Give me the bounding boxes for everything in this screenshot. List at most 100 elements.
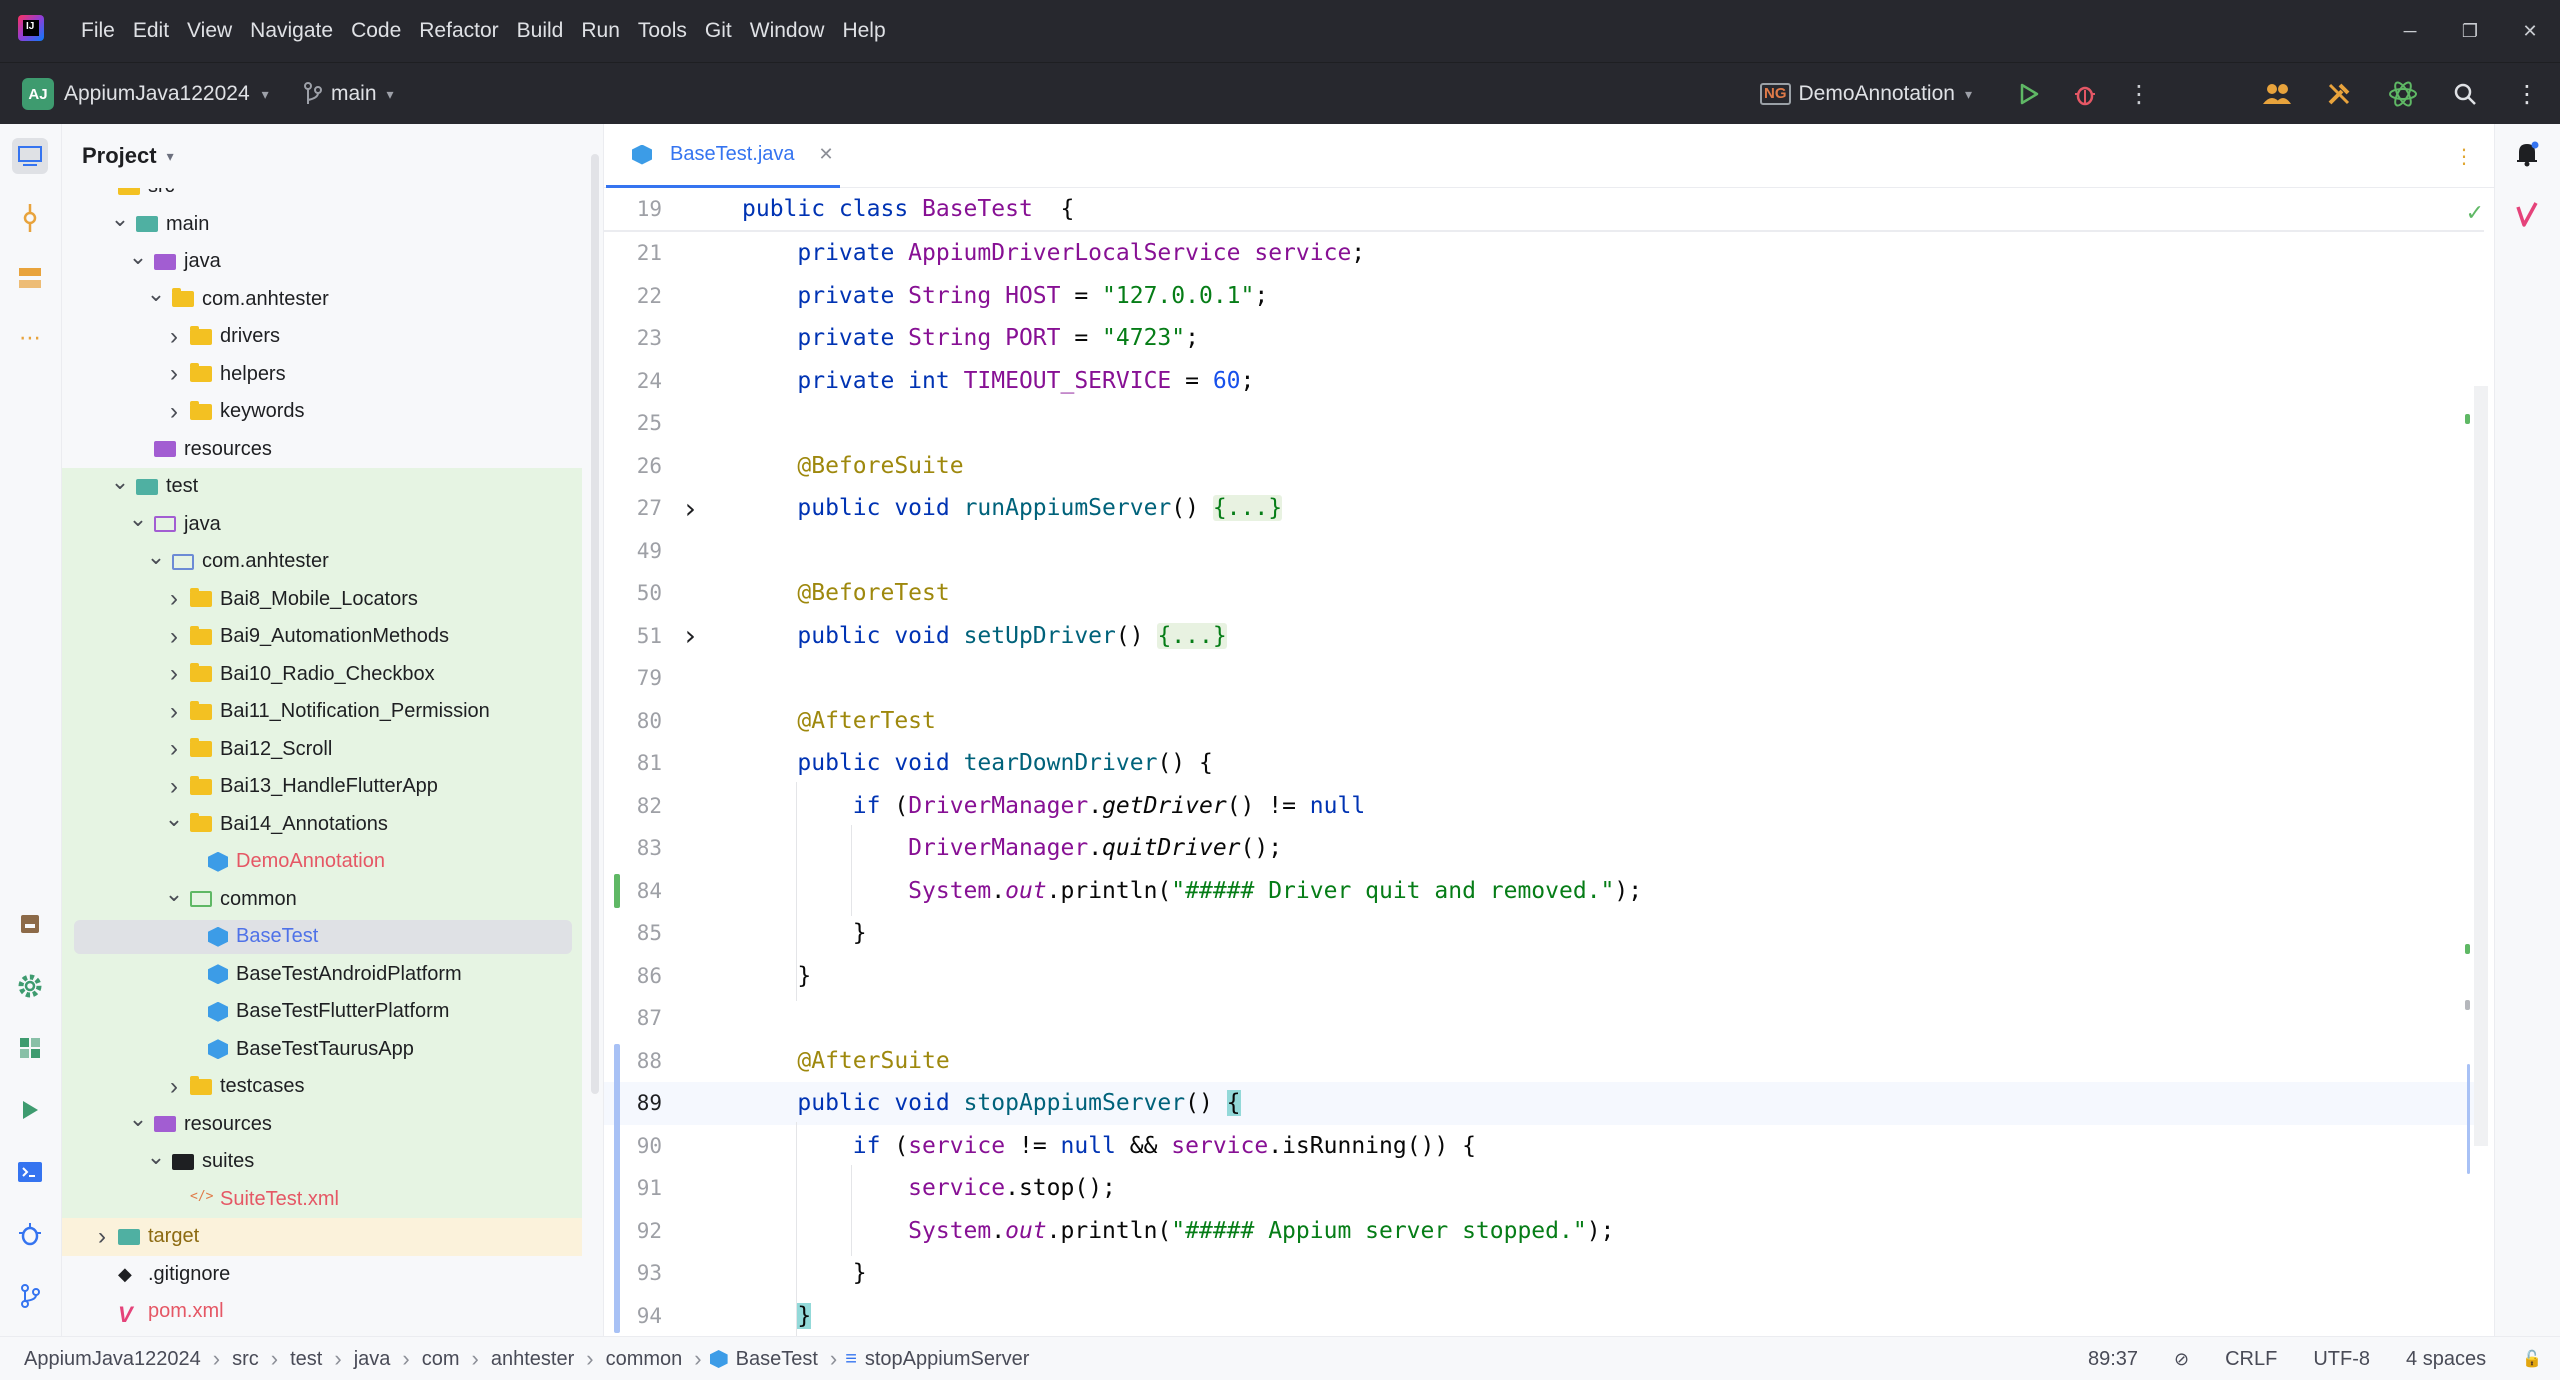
git-tool-icon[interactable] (12, 1278, 48, 1314)
tab-basetest-java[interactable]: BaseTest.java ✕ (606, 124, 840, 188)
code-line[interactable]: 85 } (604, 912, 2484, 955)
tree-item-suitetest-xml[interactable]: </> SuiteTest.xml (62, 1180, 582, 1218)
chevron-right-icon[interactable]: › (164, 398, 184, 426)
tree-item-com-anhtester[interactable]: ⌄ com.anhtester (62, 281, 582, 319)
maven-icon[interactable] (2509, 196, 2545, 232)
code-line[interactable]: 49 (604, 530, 2484, 573)
menu-help[interactable]: Help (833, 0, 894, 62)
no-ai-icon[interactable]: ⊘ (2156, 1349, 2207, 1370)
code-line[interactable]: 91 service.stop(); (604, 1167, 2484, 1210)
breadcrumb-item[interactable]: stopAppiumServer (861, 1348, 1034, 1371)
chevron-down-icon[interactable]: ⌄ (146, 1144, 166, 1170)
scrollbar-marker[interactable] (2465, 414, 2470, 424)
code-line[interactable]: 79 (604, 657, 2484, 700)
debug-icon[interactable] (2070, 79, 2100, 109)
menu-build[interactable]: Build (508, 0, 573, 62)
code-line[interactable]: 21 private AppiumDriverLocalService serv… (604, 232, 2484, 275)
code-area[interactable]: 19 public class BaseTest {21 private Appi… (604, 188, 2494, 1336)
project-tree-scrollbar[interactable] (591, 154, 599, 1094)
folded-code-region[interactable]: {...} (1212, 495, 1283, 522)
code-line[interactable]: 26 @BeforeSuite (604, 445, 2484, 488)
build-tools-icon[interactable] (2324, 79, 2354, 109)
tree-item-demoannotation[interactable]: DemoAnnotation (62, 843, 582, 881)
chevron-down-icon[interactable]: ⌄ (164, 881, 184, 907)
expand-fold-icon[interactable]: › (662, 492, 718, 525)
caret-position[interactable]: 89:37 (2070, 1348, 2156, 1371)
file-encoding[interactable]: UTF-8 (2295, 1348, 2388, 1371)
terminal-icon[interactable] (12, 1154, 48, 1190)
chevron-right-icon[interactable]: › (92, 1223, 112, 1251)
code-line[interactable]: 90 if (service != null && service.isRunn… (604, 1125, 2484, 1168)
minimize-icon[interactable]: ─ (2380, 0, 2440, 62)
menu-file[interactable]: File (72, 0, 124, 62)
menu-git[interactable]: Git (696, 0, 741, 62)
chevron-down-icon[interactable]: ⌄ (128, 1106, 148, 1132)
tree-item-test[interactable]: ⌄ test (62, 468, 582, 506)
code-line[interactable]: 93 } (604, 1252, 2484, 1295)
close-icon[interactable]: ✕ (2500, 0, 2560, 62)
no-problems-check-icon[interactable]: ✓ (2466, 200, 2484, 226)
code-line[interactable]: 86 } (604, 955, 2484, 998)
tree-item-target[interactable]: › target (62, 1218, 582, 1256)
code-line[interactable]: 92 System.out.println("##### Appium serv… (604, 1210, 2484, 1253)
code-line[interactable]: 80 @AfterTest (604, 700, 2484, 743)
menu-view[interactable]: View (178, 0, 241, 62)
menu-navigate[interactable]: Navigate (241, 0, 342, 62)
tree-item-bai8-mobile-locators[interactable]: › Bai8_Mobile_Locators (62, 580, 582, 618)
code-line[interactable]: 23 private String PORT = "4723"; (604, 317, 2484, 360)
menu-refactor[interactable]: Refactor (410, 0, 507, 62)
tree-item-main[interactable]: ⌄ main (62, 206, 582, 244)
chevron-down-icon[interactable]: ⌄ (128, 244, 148, 270)
tree-item-java[interactable]: ⌄ java (62, 243, 582, 281)
tree-item-bai10-radio-checkbox[interactable]: › Bai10_Radio_Checkbox (62, 655, 582, 693)
menu-edit[interactable]: Edit (124, 0, 178, 62)
commit-icon[interactable] (12, 200, 48, 236)
vcs-change-marker[interactable] (614, 873, 620, 908)
chevron-down-icon[interactable]: ⌄ (146, 544, 166, 570)
chevron-down-icon[interactable]: ⌄ (164, 806, 184, 832)
tree-item-bai14-annotations[interactable]: ⌄ Bai14_Annotations (62, 805, 582, 843)
more-vertical-icon[interactable]: ⋮ (2124, 79, 2154, 109)
restore-icon[interactable]: ❐ (2440, 0, 2500, 62)
chevron-down-icon[interactable]: ⌄ (146, 281, 166, 307)
breadcrumb-item[interactable]: com (418, 1348, 464, 1371)
tree-item-bai13-handleflutterapp[interactable]: › Bai13_HandleFlutterApp (62, 768, 582, 806)
tree-item-bai12-scroll[interactable]: › Bai12_Scroll (62, 730, 582, 768)
code-line[interactable]: 84 System.out.println("##### Driver quit… (604, 870, 2484, 913)
code-line[interactable]: 25 (604, 402, 2484, 445)
expand-fold-icon[interactable]: › (662, 619, 718, 652)
vcs-change-marker[interactable] (614, 1043, 620, 1333)
scrollbar-marker[interactable] (2465, 1000, 2470, 1010)
folded-code-region[interactable]: {...} (1157, 622, 1227, 649)
problems-icon[interactable] (12, 1216, 48, 1252)
tree-item--gitignore[interactable]: ◆ .gitignore (62, 1256, 582, 1294)
tab-options-icon[interactable]: ⋮ (2454, 144, 2474, 169)
tree-item-helpers[interactable]: › helpers (62, 356, 582, 394)
intellij-logo-icon[interactable]: IJ (18, 15, 44, 41)
chevron-right-icon[interactable]: › (164, 735, 184, 763)
close-tab-icon[interactable]: ✕ (819, 144, 834, 165)
breadcrumb-item[interactable]: BaseTest (732, 1348, 822, 1371)
project-tool-icon[interactable] (12, 138, 48, 174)
tree-item-basetesttaurusapp[interactable]: BaseTestTaurusApp (62, 1030, 582, 1068)
menu-run[interactable]: Run (572, 0, 629, 62)
more-vertical-icon[interactable]: ⋮ (2512, 79, 2542, 109)
chevron-right-icon[interactable]: › (164, 698, 184, 726)
breadcrumb-item[interactable]: anhtester (487, 1348, 578, 1371)
code-line[interactable]: 89 public void stopAppiumServer() { (604, 1082, 2484, 1125)
code-line[interactable]: 83 DriverManager.quitDriver(); (604, 827, 2484, 870)
project-panel-header[interactable]: Project ▾ (62, 124, 603, 188)
tree-item-common[interactable]: ⌄ common (62, 880, 582, 918)
tree-item-basetest[interactable]: BaseTest (62, 918, 582, 956)
code-line[interactable]: 27 › public void runAppiumServer() {...} (604, 487, 2484, 530)
plugins-icon[interactable] (12, 1030, 48, 1066)
chevron-down-icon[interactable]: ⌄ (110, 206, 130, 232)
structure-icon[interactable] (12, 260, 48, 296)
code-line[interactable]: 50 @BeforeTest (604, 572, 2484, 615)
tree-item-resources[interactable]: ⌄ resources (62, 1105, 582, 1143)
tree-item-src[interactable]: src (62, 188, 582, 206)
code-line[interactable]: 22 private String HOST = "127.0.0.1"; (604, 275, 2484, 318)
code-line[interactable]: 94 } (604, 1295, 2484, 1337)
settings-gear-icon[interactable] (12, 968, 48, 1004)
ai-assistant-icon[interactable] (2388, 79, 2418, 109)
